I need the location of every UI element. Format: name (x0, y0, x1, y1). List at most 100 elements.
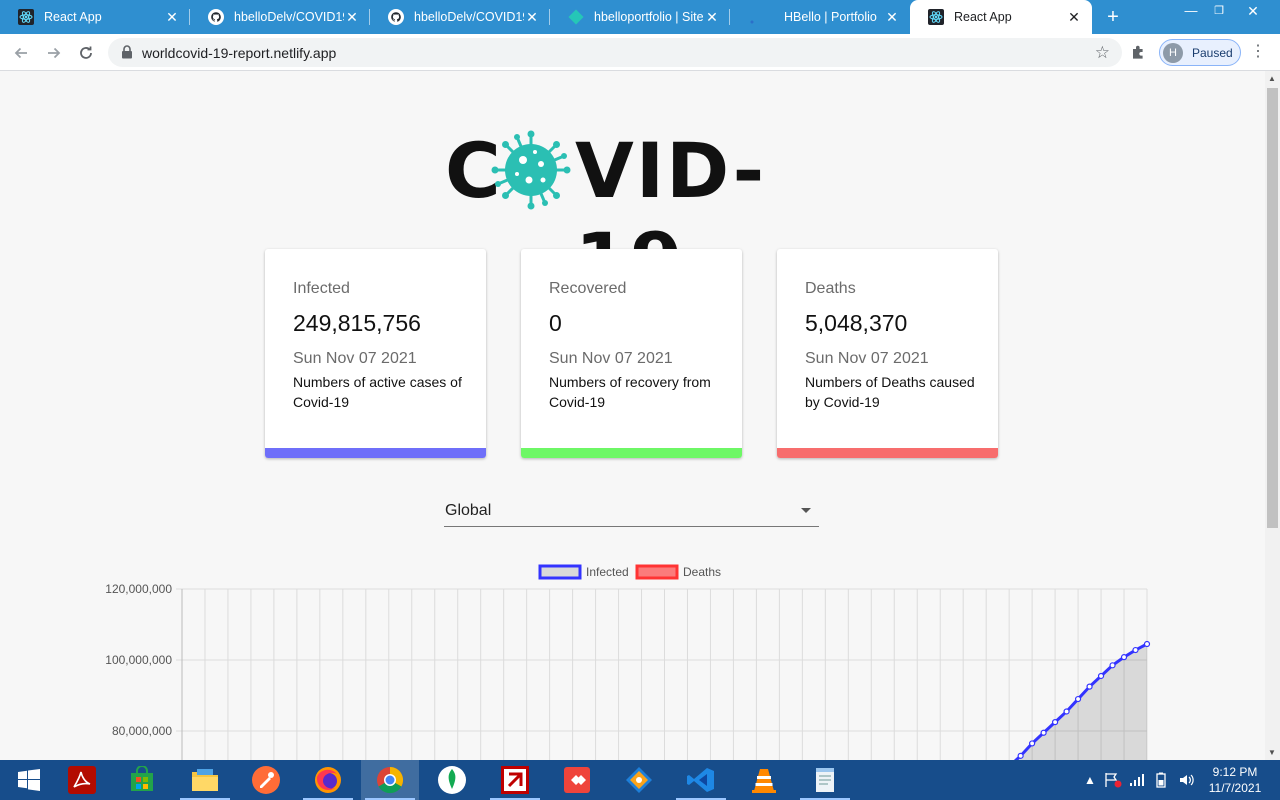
minimize-icon[interactable]: — (1176, 0, 1206, 34)
postman-icon[interactable] (237, 760, 295, 800)
react-icon (18, 9, 34, 25)
forward-button[interactable] (41, 40, 67, 66)
virus-icon (491, 130, 571, 210)
vscode-icon[interactable] (672, 760, 730, 800)
firefox-icon[interactable] (299, 760, 357, 800)
tab-title: hbelloDelv/COVID19- (234, 10, 344, 24)
chevron-down-icon (801, 508, 811, 513)
store-icon[interactable] (113, 760, 171, 800)
bookmark-star-icon[interactable]: ☆ (1095, 43, 1110, 63)
clock-time: 9:12 PM (1212, 765, 1258, 779)
card-date: Sun Nov 07 2021 (805, 350, 929, 367)
vlc-icon[interactable] (735, 760, 793, 800)
infected-data-point (1051, 719, 1059, 726)
windows-taskbar: ▲ 9:12 PM 11/7/2021 (0, 760, 1280, 800)
page-scrollbar[interactable]: ▲ ▼ (1265, 71, 1280, 760)
scroll-up-icon[interactable]: ▲ (1268, 74, 1276, 83)
forward-arrow-icon (48, 47, 61, 59)
country-select-value: Global (445, 502, 492, 519)
loading-icon (748, 9, 764, 25)
recovered-card: Recovered 0 Sun Nov 07 2021 Numbers of r… (521, 249, 742, 458)
cases-line-chart: 120,000,000 100,000,000 80,000,000 Infected… (105, 564, 1151, 760)
tab-netlify[interactable]: hbelloportfolio | Site ✕ (550, 0, 730, 34)
tab-github-2[interactable]: hbelloDelv/COVID19- ✕ (370, 0, 550, 34)
infected-data-point (1086, 683, 1093, 690)
covid-logo: C VID-19 (445, 126, 825, 305)
close-tab-icon[interactable]: ✕ (884, 9, 900, 26)
new-tab-button[interactable]: + (1101, 4, 1125, 30)
card-description: Numbers of recovery from Covid-19 (549, 374, 711, 410)
close-tab-icon[interactable]: ✕ (1066, 9, 1082, 26)
infected-data-point (1109, 662, 1116, 669)
country-select[interactable]: Global (444, 496, 819, 527)
chrome-icon[interactable] (361, 760, 419, 800)
card-value: 249,815,756 (293, 310, 421, 336)
notepad-icon[interactable] (796, 760, 854, 800)
battery-icon[interactable] (1153, 760, 1169, 800)
profile-status: Paused (1192, 45, 1233, 60)
legend-swatch (635, 564, 679, 580)
anydesk-icon[interactable] (548, 760, 606, 800)
close-tab-icon[interactable]: ✕ (344, 9, 360, 26)
windows-start-icon[interactable] (0, 760, 58, 800)
back-button[interactable] (8, 40, 34, 66)
tab-title: React App (44, 10, 102, 24)
tab-react-app-active[interactable]: React App ✕ (910, 0, 1092, 34)
deaths-card: Deaths 5,048,370 Sun Nov 07 2021 Numbers… (777, 249, 998, 458)
scroll-down-icon[interactable]: ▼ (1268, 748, 1276, 757)
tab-react-app[interactable]: React App ✕ (0, 0, 190, 34)
card-description: Numbers of Deaths caused by Covid-19 (805, 374, 975, 410)
infected-card: Infected 249,815,756 Sun Nov 07 2021 Num… (265, 249, 486, 458)
avatar: H (1163, 42, 1183, 63)
close-tab-icon[interactable]: ✕ (704, 9, 720, 26)
lock-icon (122, 45, 132, 59)
card-label: Recovered (549, 280, 627, 297)
clock-date: 11/7/2021 (1208, 781, 1262, 795)
close-tab-icon[interactable]: ✕ (524, 9, 540, 26)
infected-data-point (1143, 640, 1151, 648)
reload-button[interactable] (73, 40, 99, 66)
infected-data-point (1074, 695, 1082, 703)
infected-data-point (1017, 752, 1024, 759)
acrobat-icon[interactable] (53, 760, 111, 800)
tab-github-1[interactable]: hbelloDelv/COVID19- ✕ (190, 0, 370, 34)
y-tick-label: 80,000,000 (112, 724, 172, 738)
back-arrow-icon (14, 47, 27, 59)
file-explorer-icon[interactable] (176, 760, 234, 800)
infected-data-point (1132, 646, 1139, 654)
sourcetree-icon[interactable] (610, 760, 668, 800)
close-tab-icon[interactable]: ✕ (164, 9, 180, 26)
reload-icon (80, 46, 92, 59)
browser-tab-bar: React App ✕ hbelloDelv/COVID19- ✕ hbello… (0, 0, 1280, 34)
mongodb-icon[interactable] (423, 760, 481, 800)
profile-button[interactable]: H Paused (1159, 39, 1241, 66)
infected-data-point (1040, 729, 1047, 736)
card-description: Numbers of active cases of Covid-19 (293, 374, 462, 410)
action-center-flag-icon[interactable] (1104, 760, 1122, 800)
tab-title: React App (954, 10, 1012, 24)
legend-label: Deaths (683, 565, 721, 579)
filezilla-icon[interactable] (486, 760, 544, 800)
show-hidden-icons[interactable]: ▲ (1084, 760, 1096, 800)
close-window-icon[interactable]: ✕ (1238, 0, 1268, 34)
card-accent-bar (265, 448, 486, 458)
restore-icon[interactable]: ❐ (1204, 0, 1234, 34)
scrollbar-thumb[interactable] (1267, 88, 1278, 528)
card-label: Infected (293, 280, 350, 297)
card-date: Sun Nov 07 2021 (293, 350, 417, 367)
infected-data-point (1120, 654, 1128, 661)
card-value: 5,048,370 (805, 310, 908, 336)
volume-icon[interactable] (1178, 760, 1194, 800)
card-value: 0 (549, 310, 562, 336)
tab-title: hbelloDelv/COVID19- (414, 10, 524, 24)
tab-portfolio[interactable]: HBello | Portfolio ✕ (730, 0, 910, 34)
system-clock[interactable]: 9:12 PM 11/7/2021 (1200, 764, 1270, 796)
extensions-icon[interactable] (1130, 43, 1148, 66)
url-text: worldcovid-19-report.netlify.app (142, 45, 337, 61)
tab-title: hbelloportfolio | Site (594, 10, 704, 24)
card-accent-bar (777, 448, 998, 458)
network-signal-icon[interactable] (1129, 760, 1145, 800)
address-bar[interactable]: worldcovid-19-report.netlify.app ☆ (108, 38, 1122, 67)
menu-kebab-icon[interactable]: ⋮ (1250, 43, 1266, 61)
page-content: C VID-19 Infected (0, 71, 1265, 760)
